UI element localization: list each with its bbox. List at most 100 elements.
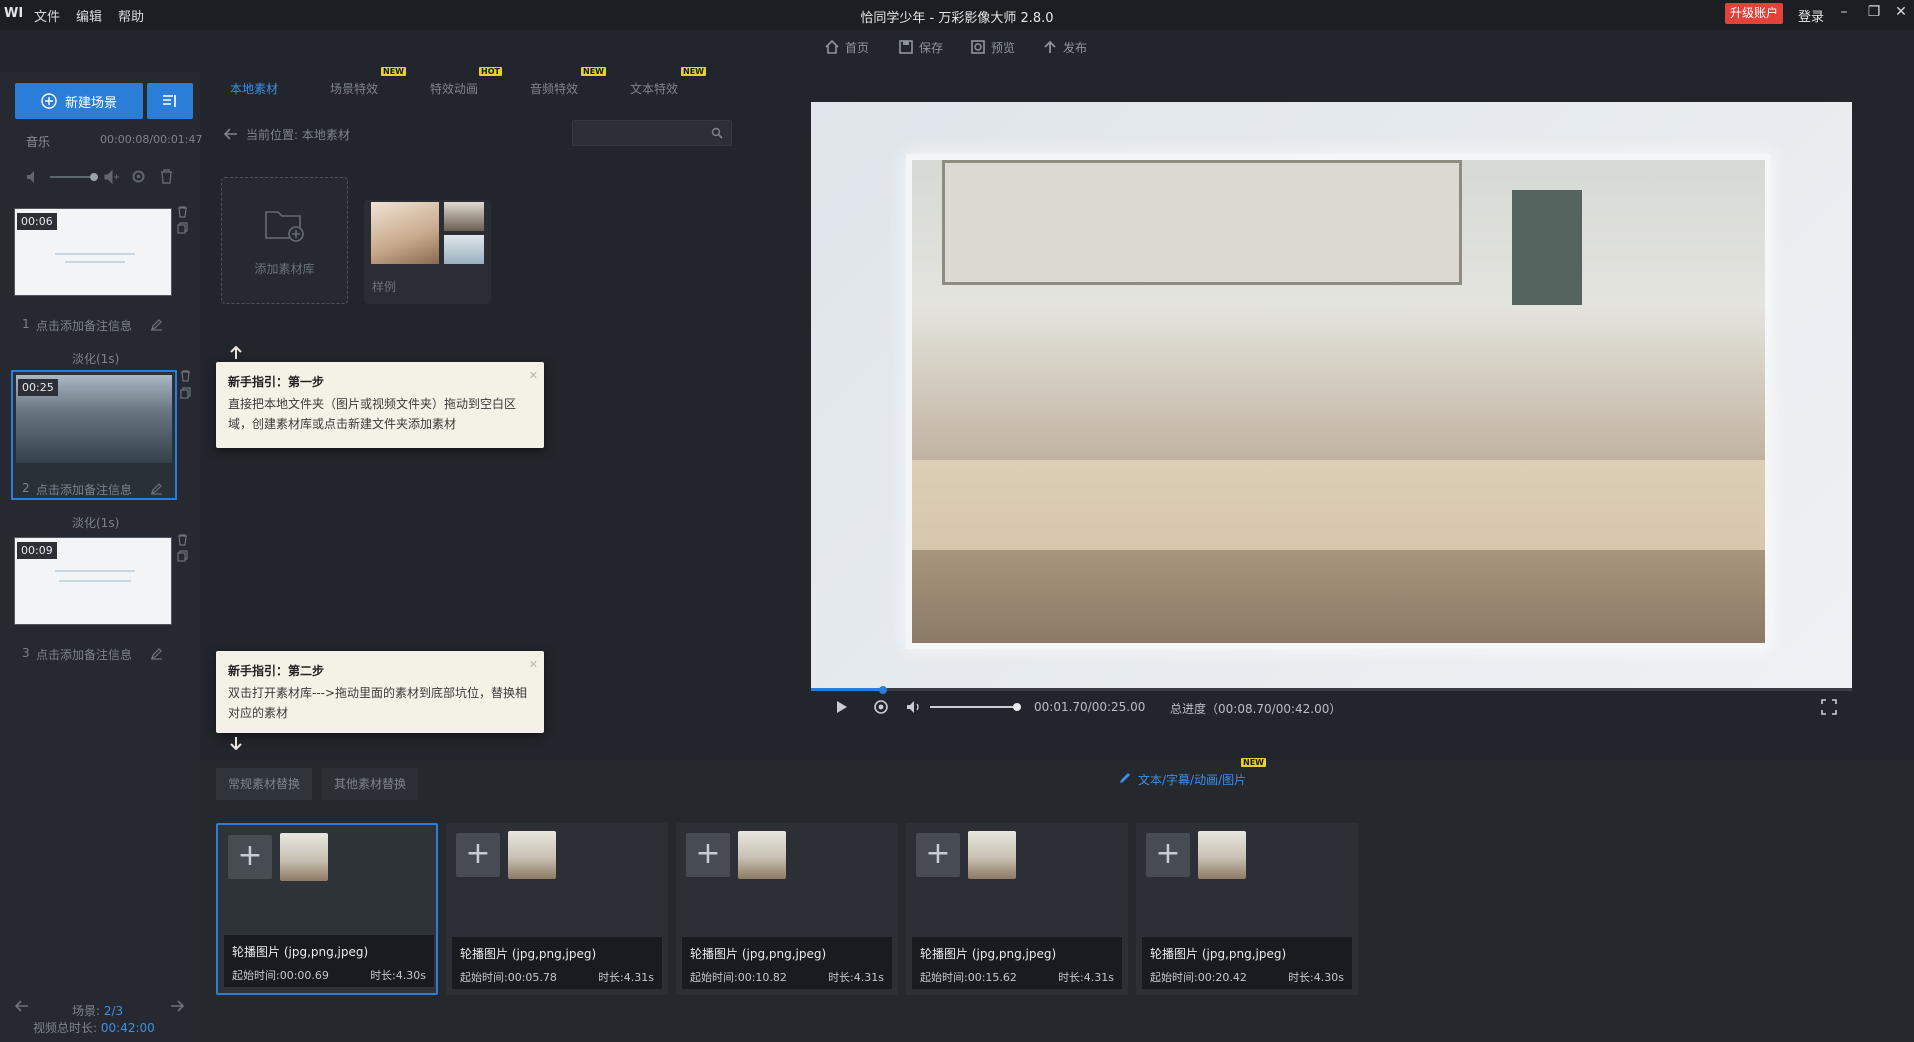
text-subtitle-animation-link[interactable]: 文本/字幕/动画/图片 [1138,771,1246,788]
delete-music-icon[interactable] [160,169,173,184]
playback-progress-knob[interactable] [879,686,887,694]
slot-start-time: 起始时间:00:20.42 [1150,971,1247,984]
snapshot-icon[interactable] [873,699,889,715]
fullscreen-icon[interactable] [1821,699,1837,715]
publish-label: 发布 [1063,40,1088,55]
tab-text-effects[interactable]: 文本特效 [630,80,678,97]
slot-info: 轮播图片 (jpg,png,jpeg) 起始时间:00:20.42 时长:4.3… [1142,937,1352,989]
copy-scene-icon[interactable] [177,550,188,562]
slot-title: 轮播图片 (jpg,png,jpeg) [460,947,597,961]
publish-button[interactable]: 发布 [1042,36,1087,58]
add-material-button[interactable]: + [1146,833,1190,877]
preview-icon [970,39,986,55]
tab-other-replace[interactable]: 其他素材替换 [322,768,419,800]
tab-audio-effects[interactable]: 音频特效 [530,80,578,97]
music-volume-knob[interactable] [90,173,98,181]
tab-effect-animation[interactable]: 特效动画 [430,80,478,97]
transition-label[interactable]: 淡化(1s) [72,350,119,367]
play-icon[interactable] [836,700,848,714]
new-scene-button[interactable]: 新建场景 [15,83,143,119]
scene-preview-text [55,570,135,572]
playback-progress-fill [811,688,882,691]
prev-scene-arrow-icon[interactable] [15,1000,29,1012]
video-total-value: 00:42:00 [100,1021,155,1035]
login-button[interactable]: 登录 [1798,6,1824,25]
scene-card-1[interactable]: 00:06 [14,208,172,296]
preview-button[interactable]: 预览 [970,36,1015,58]
delete-scene-icon[interactable] [177,534,188,546]
scene-duration: 00:06 [17,213,57,230]
search-icon[interactable] [711,127,723,139]
tip-close-icon[interactable]: ✕ [529,366,538,386]
tab-local-material[interactable]: 本地素材 [230,80,278,97]
volume-icon[interactable] [906,700,922,714]
desks-shape [912,460,1765,550]
upload-icon [1042,39,1058,55]
scene-note-input[interactable]: 点击添加备注信息 [36,646,132,663]
material-slot-1[interactable]: + 轮播图片 (jpg,png,jpeg) 起始时间:00:00.69 时长:4… [216,823,438,995]
add-material-button[interactable]: + [686,833,730,877]
restore-icon[interactable]: ❐ [1866,4,1882,22]
sample-library[interactable]: 样例 [364,200,491,304]
slot-duration: 时长:4.31s [598,971,654,984]
delete-scene-icon[interactable] [180,370,191,382]
close-icon[interactable]: ✕ [1893,4,1909,22]
add-material-button[interactable]: + [228,835,272,879]
save-button[interactable]: 保存 [898,36,943,58]
tab-scene-effects[interactable]: 场景特效 [330,80,378,97]
tip-arrow-down-icon [229,736,243,750]
video-preview[interactable] [811,102,1852,688]
material-thumbnail [738,831,786,879]
material-slot-2[interactable]: + 轮播图片 (jpg,png,jpeg) 起始时间:00:05.78 时长:4… [446,823,668,995]
hot-badge: HOT [479,67,502,76]
volume-up-icon[interactable] [104,170,120,184]
volume-knob[interactable] [1013,703,1021,711]
playback-progress-bar[interactable] [811,688,1852,691]
material-slot-4[interactable]: + 轮播图片 (jpg,png,jpeg) 起始时间:00:15.62 时长:4… [906,823,1128,995]
next-scene-arrow-icon[interactable] [170,1000,184,1012]
volume-slider[interactable] [930,706,1018,708]
scene-preview-text [55,253,135,255]
add-material-button[interactable]: + [456,833,500,877]
scene-note-input[interactable]: 点击添加备注信息 [36,481,132,498]
scene-card-3[interactable]: 00:09 [14,537,172,625]
slot-title: 轮播图片 (jpg,png,jpeg) [920,947,1057,961]
scene-note-input[interactable]: 点击添加备注信息 [36,317,132,334]
preview-label: 预览 [991,40,1016,55]
slot-duration: 时长:4.30s [1288,971,1344,984]
volume-down-icon[interactable] [26,170,40,184]
slot-title: 轮播图片 (jpg,png,jpeg) [232,945,369,959]
transition-label[interactable]: 淡化(1s) [72,514,119,531]
wall-panel-shape [1512,190,1582,305]
search-input[interactable] [572,120,732,146]
tip-body: 双击打开素材库--->拖动里面的素材到底部坑位，替换相对应的素材 [228,686,528,720]
scene-index: 1 [22,317,30,331]
edit-icon[interactable] [150,647,163,660]
slot-info: 轮播图片 (jpg,png,jpeg) 起始时间:00:00.69 时长:4.3… [224,935,434,987]
material-slot-3[interactable]: + 轮播图片 (jpg,png,jpeg) 起始时间:00:10.82 时长:4… [676,823,898,995]
home-button[interactable]: 首页 [824,36,869,58]
breadcrumb-current[interactable]: 本地素材 [302,128,350,142]
add-library-button[interactable]: 添加素材库 [221,177,348,304]
new-badge: NEW [381,67,406,76]
scene-time-readout: 00:01.70/00:25.00 [1034,700,1146,714]
edit-icon[interactable] [150,318,163,331]
settings-icon[interactable] [131,169,146,184]
tip-close-icon[interactable]: ✕ [529,655,538,675]
copy-scene-icon[interactable] [177,222,188,234]
pencil-icon [1118,771,1132,785]
minimize-icon[interactable]: – [1836,4,1852,22]
copy-scene-icon[interactable] [180,387,191,399]
upgrade-account-button[interactable]: 升级账户 [1725,3,1783,24]
home-label: 首页 [845,40,870,55]
delete-scene-icon[interactable] [177,206,188,218]
material-thumbnail [280,833,328,881]
tab-regular-replace[interactable]: 常规素材替换 [216,768,313,800]
edit-icon[interactable] [150,482,163,495]
scene-list-button[interactable] [147,83,193,119]
slot-info: 轮播图片 (jpg,png,jpeg) 起始时间:00:15.62 时长:4.3… [912,937,1122,989]
material-slot-5[interactable]: + 轮播图片 (jpg,png,jpeg) 起始时间:00:20.42 时长:4… [1136,823,1358,995]
scene-duration: 00:09 [17,542,57,559]
add-material-button[interactable]: + [916,833,960,877]
back-arrow-icon[interactable] [224,128,238,140]
